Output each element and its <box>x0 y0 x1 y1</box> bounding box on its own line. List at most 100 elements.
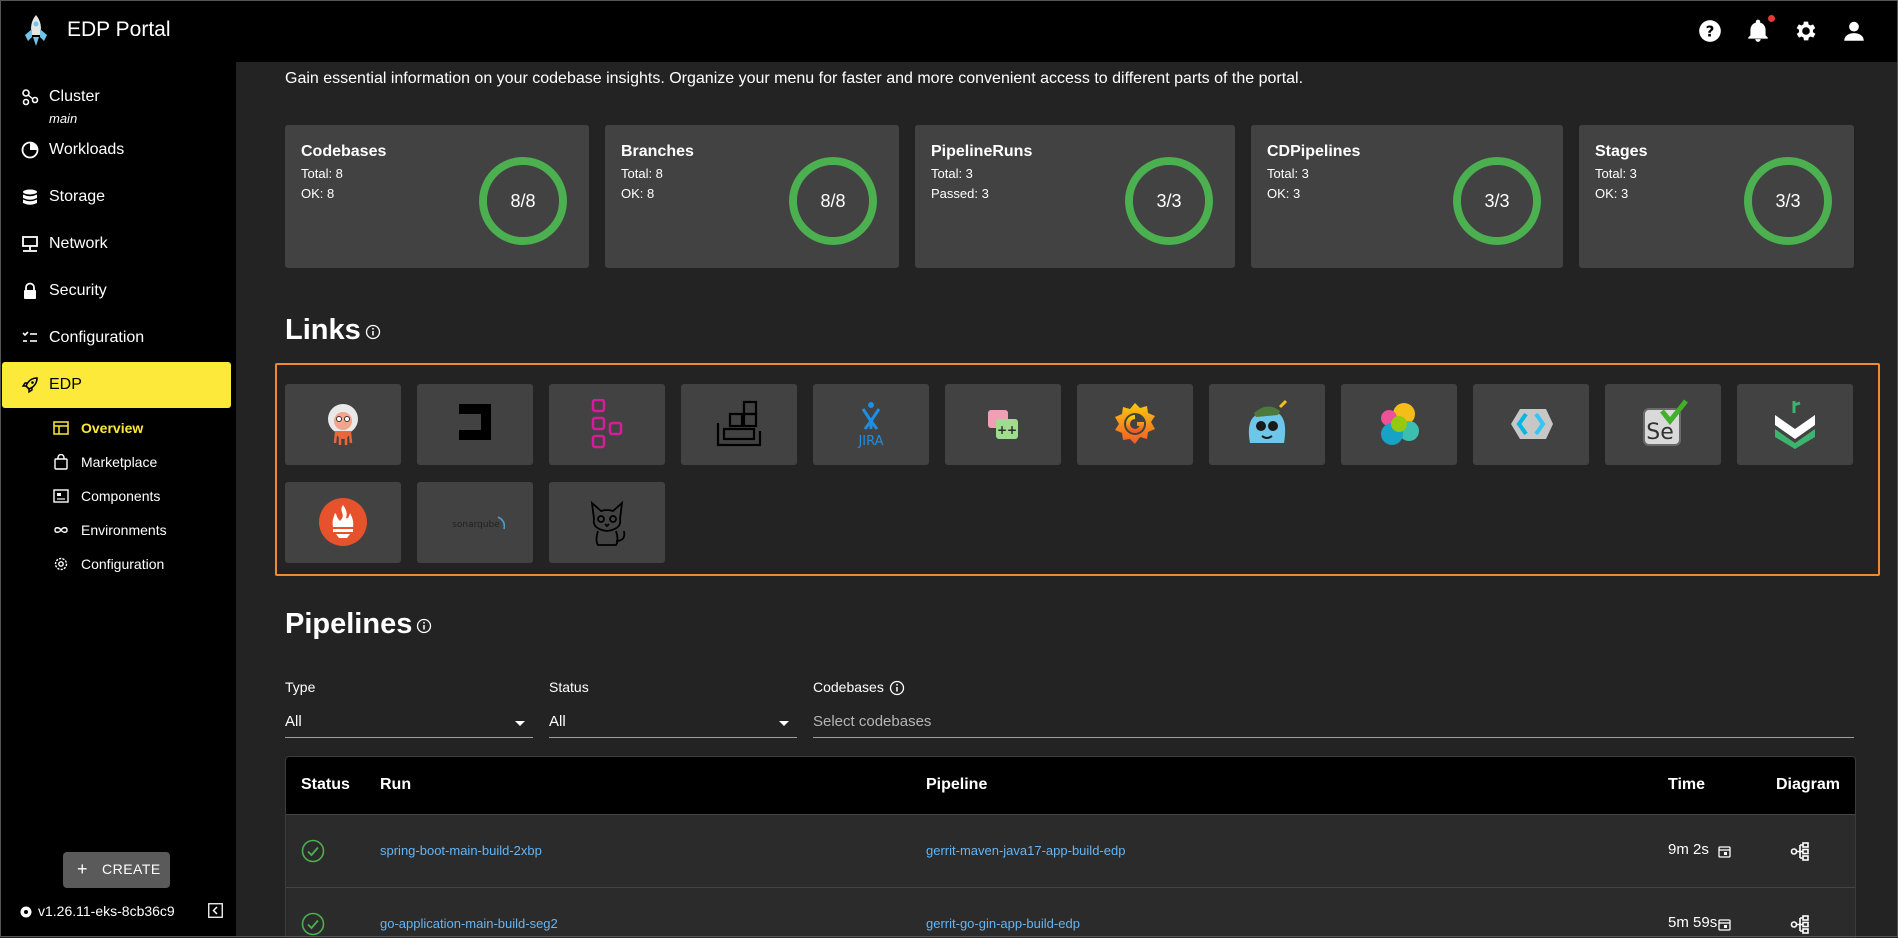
link-tile-cat[interactable] <box>549 482 665 563</box>
status-filter-label: Status <box>549 679 589 695</box>
notification-badge <box>1768 15 1775 22</box>
column-header-pipeline[interactable]: Pipeline <box>926 776 987 794</box>
card-status-count: OK: 8 <box>301 186 335 201</box>
svg-text:++: ++ <box>997 423 1017 437</box>
sidebar-item-configuration[interactable]: Configuration <box>2 315 231 361</box>
collapse-sidebar-icon[interactable] <box>208 903 223 918</box>
progress-ring-label: 3/3 <box>1775 191 1801 211</box>
run-link[interactable]: spring-boot-main-build-2xbp <box>380 843 542 858</box>
sidebar: Cluster main Workloads Storage Network S… <box>0 62 236 937</box>
info-icon[interactable] <box>365 324 381 340</box>
version-label: v1.26.11-eks-8cb36c9 <box>38 903 175 919</box>
link-tile-keycloak[interactable] <box>1473 384 1589 465</box>
link-tile-clusters[interactable]: ++ <box>945 384 1061 465</box>
table-header: Status Run Pipeline Time Diagram <box>286 757 1855 815</box>
card-total: Total: 8 <box>621 166 663 181</box>
link-tile-docker-registry[interactable] <box>681 384 797 465</box>
calendar-icon[interactable] <box>1718 918 1731 931</box>
app-bar: EDP Portal ? <box>0 0 1898 62</box>
card-title: CDPipelines <box>1267 143 1361 160</box>
type-filter-value: All <box>285 713 302 730</box>
pipeline-link[interactable]: gerrit-go-gin-app-build-edp <box>926 916 1080 931</box>
chevron-down-icon <box>779 721 789 726</box>
link-tile-kiali[interactable] <box>1209 384 1325 465</box>
sidebar-item-cluster[interactable]: Cluster main <box>2 74 231 128</box>
column-header-run[interactable]: Run <box>380 776 411 794</box>
settings-icon[interactable] <box>1793 18 1819 44</box>
sonarqube-icon: sonarqube <box>452 516 505 530</box>
pipelines-table: Status Run Pipeline Time Diagram spring-… <box>285 756 1856 938</box>
notifications-icon[interactable] <box>1745 18 1771 44</box>
rocket-icon <box>21 377 38 394</box>
link-tile-codemie[interactable] <box>417 384 533 465</box>
link-tile-kibana[interactable] <box>1341 384 1457 465</box>
pipeline-diagram-icon[interactable] <box>1790 841 1811 862</box>
card-title: Codebases <box>301 143 387 160</box>
info-icon[interactable] <box>889 680 905 696</box>
storage-icon <box>23 189 37 205</box>
type-filter-select[interactable]: All <box>285 707 533 738</box>
codebases-filter-input[interactable]: Select codebases <box>813 707 1854 738</box>
create-button[interactable]: + CREATE <box>63 852 170 888</box>
dashboard-icon <box>53 421 69 435</box>
card-total: Total: 8 <box>301 166 343 181</box>
sidebar-item-workloads[interactable]: Workloads <box>2 127 231 173</box>
run-link[interactable]: go-application-main-build-seg2 <box>380 916 558 931</box>
sidebar-subitem-label: Environments <box>81 522 167 538</box>
summary-card-branches[interactable]: Branches Total: 8 OK: 8 8/8 <box>605 125 899 268</box>
pipelines-title: Pipelines <box>285 608 413 640</box>
pipeline-link[interactable]: gerrit-maven-java17-app-build-edp <box>926 843 1125 858</box>
success-status-icon <box>301 912 325 936</box>
codebases-filter-label: Codebases <box>813 679 884 695</box>
sidebar-item-security[interactable]: Security <box>2 268 231 314</box>
link-tile-prometheus[interactable] <box>285 482 401 563</box>
sidebar-item-network[interactable]: Network <box>2 221 231 267</box>
status-filter-select[interactable]: All <box>549 707 797 738</box>
svg-text:?: ? <box>1706 22 1715 40</box>
link-tile-pipeline[interactable] <box>549 384 665 465</box>
lock-icon <box>24 282 36 299</box>
status-filter-value: All <box>549 713 566 730</box>
column-header-status[interactable]: Status <box>301 776 350 794</box>
progress-ring-label: 8/8 <box>510 191 536 211</box>
link-tile-jira[interactable]: JIRA <box>813 384 929 465</box>
table-row: spring-boot-main-build-2xbp gerrit-maven… <box>286 815 1855 888</box>
summary-card-cdpipelines[interactable]: CDPipelines Total: 3 OK: 3 3/3 <box>1251 125 1563 268</box>
help-icon[interactable]: ? <box>1697 18 1723 44</box>
link-tile-selenium[interactable]: Se <box>1605 384 1721 465</box>
card-total: Total: 3 <box>931 166 973 181</box>
svg-text:sonarqube: sonarqube <box>452 520 500 530</box>
argocd-icon <box>328 404 358 445</box>
summary-card-stages[interactable]: Stages Total: 3 OK: 3 3/3 <box>1579 125 1854 268</box>
sidebar-subitem-label: Marketplace <box>81 454 158 470</box>
sidebar-item-edp[interactable]: EDP <box>2 362 231 408</box>
infinity-icon <box>54 527 68 533</box>
sidebar-subitem-label: Overview <box>81 420 144 436</box>
sidebar-item-storage[interactable]: Storage <box>2 174 231 220</box>
chevron-down-icon <box>515 721 525 726</box>
components-icon <box>53 489 69 503</box>
summary-card-pipelineruns[interactable]: PipelineRuns Total: 3 Passed: 3 3/3 <box>915 125 1235 268</box>
info-icon[interactable] <box>416 618 432 634</box>
link-tile-argocd[interactable] <box>285 384 401 465</box>
pipeline-diagram-icon[interactable] <box>1790 914 1811 935</box>
rancher-icon <box>1775 401 1815 449</box>
keycloak-icon <box>1511 409 1553 439</box>
link-tile-grafana[interactable] <box>1077 384 1193 465</box>
summary-card-codebases[interactable]: Codebases Total: 8 OK: 8 8/8 <box>285 125 589 268</box>
column-header-diagram: Diagram <box>1776 776 1841 793</box>
create-button-label: CREATE <box>102 861 161 877</box>
column-header-time[interactable]: Time <box>1668 776 1705 794</box>
configuration-icon <box>22 331 37 342</box>
link-tile-sonarqube[interactable]: sonarqube <box>417 482 533 563</box>
docker-registry-icon <box>716 400 762 447</box>
logo-icon[interactable] <box>20 13 52 49</box>
jira-icon: JIRA <box>857 402 884 449</box>
table-row: go-application-main-build-seg2 gerrit-go… <box>286 888 1855 938</box>
sidebar-item-label: Cluster <box>49 88 100 105</box>
intro-text: Gain essential information on your codeb… <box>285 70 1304 87</box>
sidebar-item-label: Workloads <box>49 141 125 158</box>
link-tile-rancher[interactable] <box>1737 384 1853 465</box>
calendar-icon[interactable] <box>1718 845 1731 858</box>
account-icon[interactable] <box>1841 18 1867 44</box>
